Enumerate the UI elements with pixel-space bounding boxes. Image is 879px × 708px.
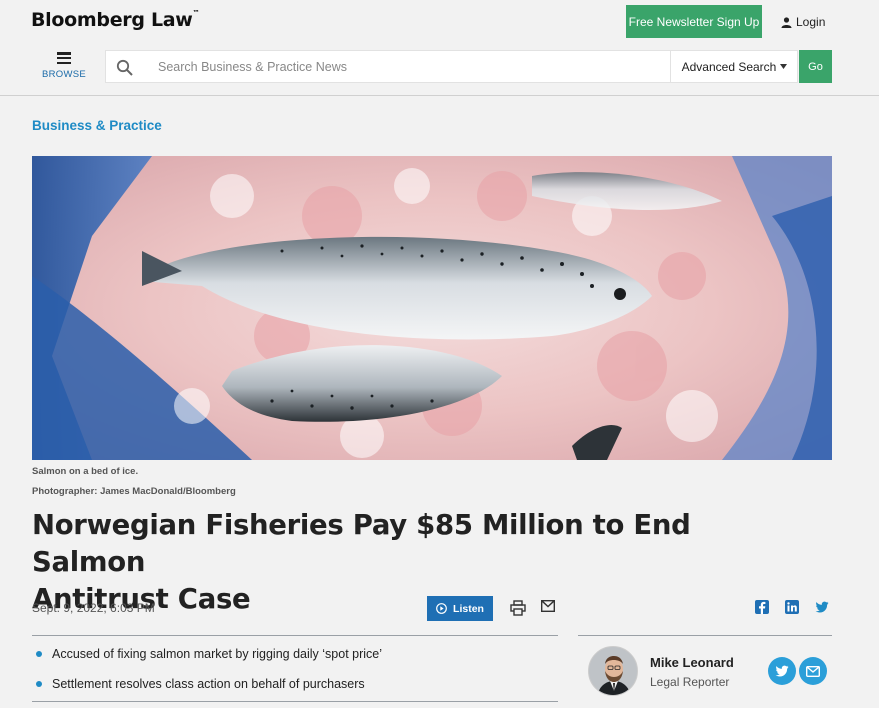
print-icon[interactable] (510, 600, 526, 616)
author-name[interactable]: Mike Leonard (650, 655, 734, 670)
author-avatar[interactable] (588, 646, 638, 696)
section-label[interactable]: Business & Practice (32, 118, 162, 133)
listen-button[interactable]: Listen (427, 596, 493, 621)
newsletter-signup-button[interactable]: Free Newsletter Sign Up (626, 5, 762, 38)
login-label: Login (796, 15, 826, 29)
hamburger-icon (57, 52, 71, 64)
search-icon[interactable] (116, 59, 134, 77)
login-link[interactable]: Login (781, 13, 825, 31)
search-input[interactable] (158, 51, 668, 82)
search-bar: Advanced Search (105, 50, 798, 83)
hero-image (32, 156, 832, 460)
summary-bullet-text: Accused of fixing salmon market by riggi… (52, 647, 383, 661)
twitter-icon[interactable] (815, 600, 829, 614)
photo-credit: Photographer: James MacDonald/Bloomberg (32, 486, 236, 497)
headline-line-1: Norwegian Fisheries Pay $85 Million to E… (32, 509, 691, 578)
author-email-button[interactable] (799, 657, 827, 685)
advanced-search-label: Advanced Search (681, 59, 777, 74)
divider (32, 701, 558, 702)
divider (578, 635, 832, 636)
summary-bullet: Settlement resolves class action on beha… (36, 677, 365, 691)
browse-menu-button[interactable]: BROWSE (38, 52, 90, 86)
search-go-button[interactable]: Go (799, 50, 832, 83)
site-header: Bloomberg Law™ Free Newsletter Sign Up L… (0, 0, 879, 96)
play-icon (436, 603, 447, 614)
summary-bullet: Accused of fixing salmon market by riggi… (36, 647, 382, 661)
author-role: Legal Reporter (650, 675, 730, 689)
facebook-icon[interactable] (755, 600, 769, 614)
email-icon (806, 665, 820, 677)
divider (32, 635, 558, 636)
summary-bullet-text: Settlement resolves class action on beha… (52, 677, 365, 691)
bloomberg-law-logo[interactable]: Bloomberg Law™ (31, 9, 200, 31)
bullet-dot-icon (36, 681, 42, 687)
linkedin-icon[interactable] (785, 600, 799, 614)
listen-label: Listen (453, 602, 484, 615)
bullet-dot-icon (36, 651, 42, 657)
chevron-down-icon (780, 64, 788, 69)
user-icon (781, 16, 792, 28)
author-twitter-button[interactable] (768, 657, 796, 685)
email-icon[interactable] (541, 600, 555, 612)
image-caption: Salmon on a bed of ice. (32, 466, 139, 477)
browse-label: BROWSE (41, 69, 87, 80)
twitter-icon (775, 665, 789, 677)
advanced-search-dropdown[interactable]: Advanced Search (670, 51, 798, 82)
publish-date: Sept. 9, 2022, 6:03 PM (32, 601, 155, 615)
